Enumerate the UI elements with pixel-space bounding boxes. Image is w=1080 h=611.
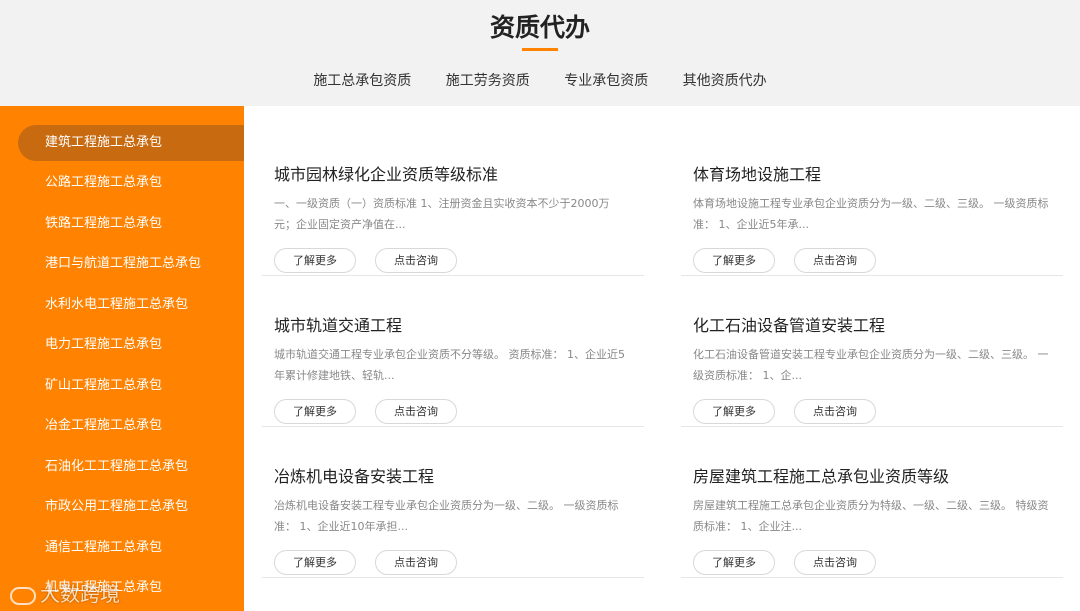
watermark: 大数跨境: [10, 578, 120, 607]
consult-button[interactable]: 点击咨询: [794, 248, 876, 273]
card-title[interactable]: 城市园林绿化企业资质等级标准: [274, 161, 498, 185]
watermark-logo-icon: [10, 586, 36, 605]
tab-labor[interactable]: 施工劳务资质: [446, 70, 530, 90]
learn-more-button[interactable]: 了解更多: [274, 248, 356, 273]
card-title[interactable]: 城市轨道交通工程: [274, 312, 402, 336]
consult-button[interactable]: 点击咨询: [375, 550, 457, 575]
tab-specialty[interactable]: 专业承包资质: [564, 70, 648, 90]
card-description: 体育场地设施工程专业承包企业资质分为一级、二级、三级。 一级资质标准： 1、企业…: [693, 197, 1049, 231]
tab-construction-general[interactable]: 施工总承包资质: [313, 70, 411, 90]
qualification-card: 化工石油设备管道安装工程 化工石油设备管道安装工程专业承包企业资质分为一级、二级…: [681, 277, 1063, 427]
sidebar-item-highway[interactable]: 公路工程施工总承包: [18, 165, 244, 201]
qualification-card: 房屋建筑工程施工总承包业资质等级 房屋建筑工程施工总承包企业资质分为特级、一级、…: [681, 428, 1063, 578]
tab-other[interactable]: 其他资质代办: [683, 70, 767, 90]
header-section: 资质代办 施工总承包资质 施工劳务资质 专业承包资质 其他资质代办: [0, 0, 1080, 106]
learn-more-button[interactable]: 了解更多: [693, 399, 775, 424]
qualification-card: 体育场地设施工程 体育场地设施工程专业承包企业资质分为一级、二级、三级。 一级资…: [681, 126, 1063, 276]
learn-more-button[interactable]: 了解更多: [274, 550, 356, 575]
consult-button[interactable]: 点击咨询: [375, 248, 457, 273]
sidebar-item-building[interactable]: 建筑工程施工总承包: [18, 125, 244, 161]
sidebar: 建筑工程施工总承包 公路工程施工总承包 铁路工程施工总承包 港口与航道工程施工总…: [0, 106, 244, 611]
qualification-card: 冶炼机电设备安装工程 冶炼机电设备安装工程专业承包企业资质分为一级、二级。 一级…: [262, 428, 644, 578]
sidebar-item-power[interactable]: 电力工程施工总承包: [18, 327, 244, 363]
card-description: 一、一级资质（一）资质标准 1、注册资金且实收资本不少于2000万元；企业固定资…: [274, 197, 610, 231]
sidebar-item-telecom[interactable]: 通信工程施工总承包: [18, 530, 244, 566]
consult-button[interactable]: 点击咨询: [375, 399, 457, 424]
page-title: 资质代办: [489, 13, 590, 42]
qualification-card: 城市园林绿化企业资质等级标准 一、一级资质（一）资质标准 1、注册资金且实收资本…: [262, 126, 644, 276]
sidebar-item-metallurgy[interactable]: 冶金工程施工总承包: [18, 408, 244, 444]
learn-more-button[interactable]: 了解更多: [693, 550, 775, 575]
sidebar-item-petrochemical[interactable]: 石油化工工程施工总承包: [18, 449, 244, 485]
learn-more-button[interactable]: 了解更多: [693, 248, 775, 273]
watermark-text: 大数跨境: [40, 582, 120, 606]
category-tabs: 施工总承包资质 施工劳务资质 专业承包资质 其他资质代办: [0, 70, 1080, 90]
sidebar-item-mining[interactable]: 矿山工程施工总承包: [18, 368, 244, 404]
sidebar-item-railway[interactable]: 铁路工程施工总承包: [18, 206, 244, 242]
learn-more-button[interactable]: 了解更多: [274, 399, 356, 424]
card-title[interactable]: 冶炼机电设备安装工程: [274, 463, 434, 487]
sidebar-item-port[interactable]: 港口与航道工程施工总承包: [18, 246, 244, 282]
qualification-card: 城市轨道交通工程 城市轨道交通工程专业承包企业资质不分等级。 资质标准： 1、企…: [262, 277, 644, 427]
title-underline: [522, 48, 558, 51]
consult-button[interactable]: 点击咨询: [794, 399, 876, 424]
card-title[interactable]: 房屋建筑工程施工总承包业资质等级: [693, 463, 949, 487]
sidebar-item-municipal[interactable]: 市政公用工程施工总承包: [18, 489, 244, 525]
card-description: 化工石油设备管道安装工程专业承包企业资质分为一级、二级、三级。 一级资质标准： …: [693, 348, 1049, 382]
card-title[interactable]: 体育场地设施工程: [693, 161, 821, 185]
card-title[interactable]: 化工石油设备管道安装工程: [693, 312, 885, 336]
consult-button[interactable]: 点击咨询: [794, 550, 876, 575]
card-description: 城市轨道交通工程专业承包企业资质不分等级。 资质标准： 1、企业近5年累计修建地…: [274, 348, 625, 382]
sidebar-item-hydro[interactable]: 水利水电工程施工总承包: [18, 287, 244, 323]
card-description: 冶炼机电设备安装工程专业承包企业资质分为一级、二级。 一级资质标准： 1、企业近…: [274, 499, 619, 533]
card-description: 房屋建筑工程施工总承包企业资质分为特级、一级、二级、三级。 特级资质标准： 1、…: [693, 499, 1049, 533]
